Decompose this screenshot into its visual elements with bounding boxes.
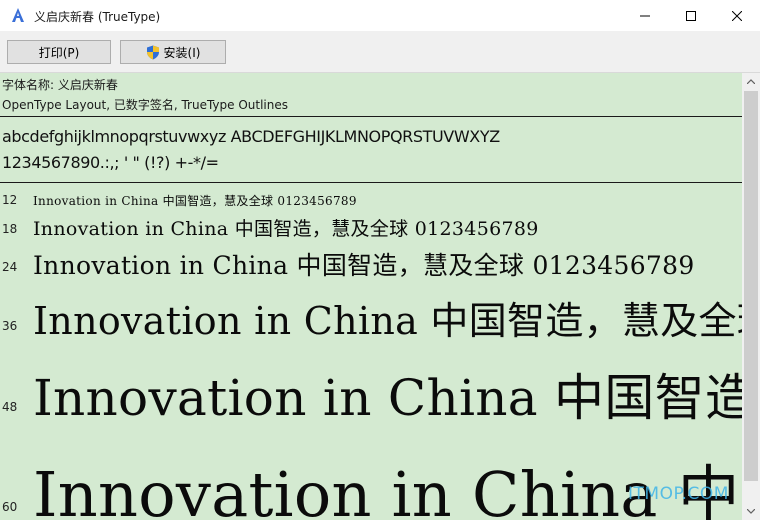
chevron-down-icon <box>747 509 755 514</box>
maximize-icon <box>686 10 696 21</box>
font-name-line: 字体名称: 义启庆新春 <box>2 78 118 92</box>
scrollbar-thumb[interactable] <box>744 91 758 481</box>
sample-text: Innovation in China 中国智造，慧及全球 0123456789 <box>33 218 539 240</box>
scroll-up-button[interactable] <box>742 73 760 90</box>
charset-letters: abcdefghijklmnopqrstuvwxyz ABCDEFGHIJKLM… <box>2 127 500 146</box>
sample-text: Innovation in China 中国智造，慧及全球 <box>33 299 742 343</box>
scroll-down-button[interactable] <box>742 503 760 520</box>
close-button[interactable] <box>714 0 760 31</box>
sample-text: Innovation in China 中国智造，慧及全球 0123456789 <box>33 251 695 280</box>
sample-row-18: 18 Innovation in China 中国智造，慧及全球 0123456… <box>0 212 742 240</box>
sample-row-24: 24 Innovation in China 中国智造，慧及全球 0123456… <box>0 244 742 280</box>
size-label: 48 <box>2 400 18 414</box>
sample-text: Innovation in China 中国智造，慧及全球 0123456789 <box>33 194 357 208</box>
size-label: 18 <box>2 222 18 236</box>
charset-digits: 1234567890.:,; ' " (!?) +-*/= <box>2 153 219 172</box>
size-label: 60 <box>2 500 18 514</box>
print-button-label: 打印(P) <box>38 45 80 60</box>
uac-shield-icon <box>146 45 159 59</box>
separator <box>0 182 742 183</box>
sample-row-60: 60 Innovation in China 中 <box>0 438 742 520</box>
size-label: 36 <box>2 319 18 333</box>
chevron-up-icon <box>747 79 755 84</box>
close-icon <box>732 10 742 21</box>
window-title: 义启庆新春 (TrueType) <box>34 10 161 24</box>
size-label: 12 <box>2 193 18 207</box>
toolbar: 打印(P) 安装(I) <box>0 31 760 73</box>
maximize-button[interactable] <box>668 0 714 31</box>
sample-text: Innovation in China 中 <box>33 458 740 520</box>
watermark: ITMOP.COM <box>628 484 729 504</box>
minimize-button[interactable] <box>622 0 668 31</box>
size-label: 24 <box>2 260 18 274</box>
sample-row-36: 36 Innovation in China 中国智造，慧及全球 <box>0 288 742 344</box>
print-button[interactable]: 打印(P) <box>7 40 111 64</box>
install-button[interactable]: 安装(I) <box>120 40 226 64</box>
font-preview-pane: 字体名称: 义启庆新春 OpenType Layout, 已数字签名, True… <box>0 73 742 520</box>
title-bar: 义启庆新春 (TrueType) <box>0 0 760 31</box>
sample-row-48: 48 Innovation in China 中国智造 <box>0 356 742 427</box>
font-a-icon <box>12 8 24 22</box>
vertical-scrollbar[interactable] <box>742 73 760 520</box>
minimize-icon <box>640 15 650 16</box>
sample-row-12: 12 Innovation in China 中国智造，慧及全球 0123456… <box>0 190 742 210</box>
separator <box>0 116 742 117</box>
install-button-label: 安装(I) <box>163 45 201 60</box>
sample-text: Innovation in China 中国智造 <box>33 369 742 427</box>
font-details-line: OpenType Layout, 已数字签名, TrueType Outline… <box>2 98 289 112</box>
